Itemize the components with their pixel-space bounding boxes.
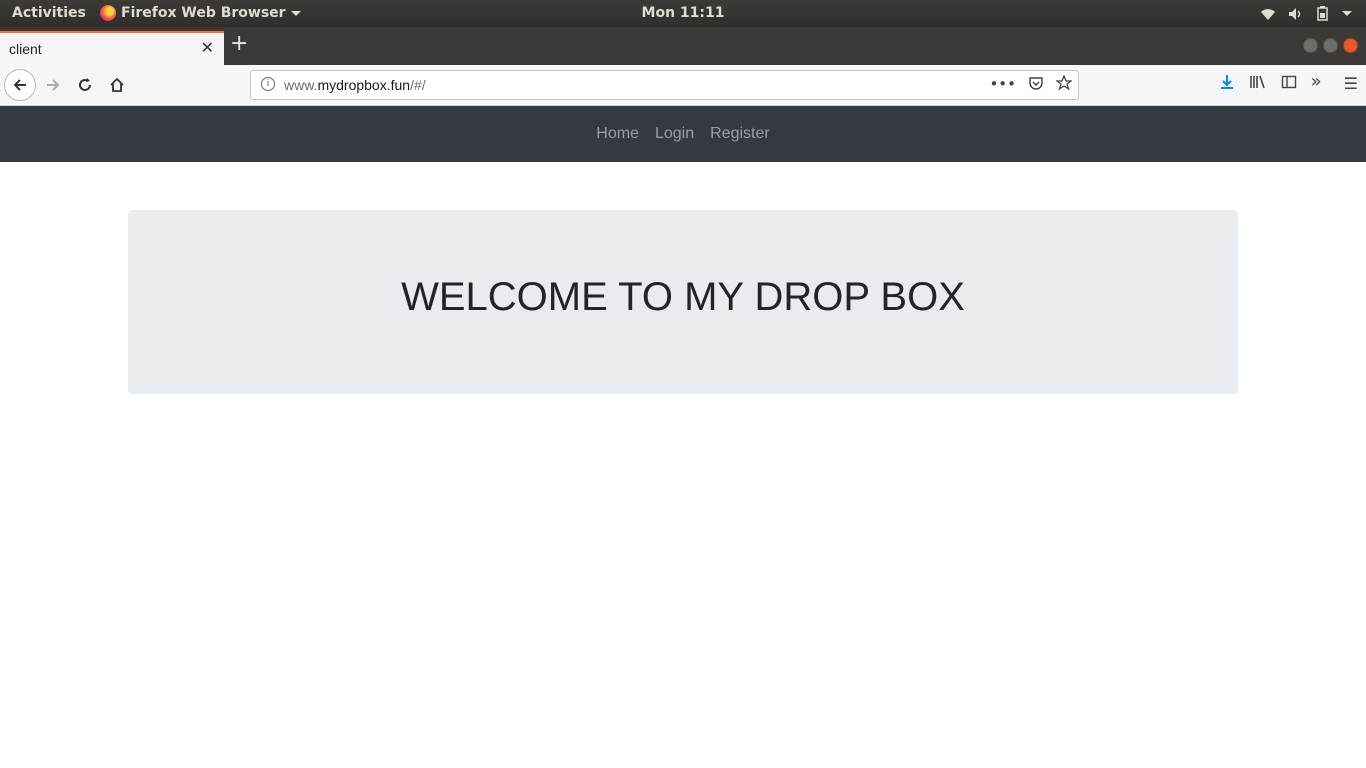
site-info-icon[interactable]: i: [261, 77, 275, 91]
tab-title: client: [9, 41, 42, 57]
url-bar[interactable]: i www.mydropbox.fun/#/ •••: [250, 70, 1079, 100]
home-button[interactable]: [102, 70, 132, 100]
forward-button[interactable]: [38, 70, 68, 100]
page-actions-icon[interactable]: •••: [989, 75, 1016, 93]
new-tab-button[interactable]: +: [230, 33, 248, 55]
nav-home-link[interactable]: Home: [596, 125, 639, 143]
toolbar-right-icons: » ☰: [1219, 73, 1358, 93]
maximize-button[interactable]: [1323, 38, 1338, 53]
downloads-icon[interactable]: [1219, 74, 1235, 90]
hamburger-menu-icon[interactable]: ☰: [1344, 74, 1358, 93]
nav-register-link[interactable]: Register: [710, 125, 770, 143]
wifi-icon: [1261, 8, 1275, 20]
welcome-jumbotron: WELCOME TO MY DROP BOX: [128, 210, 1238, 394]
close-window-button[interactable]: [1343, 38, 1358, 53]
system-top-bar: Activities Firefox Web Browser Mon 11:11: [0, 0, 1366, 27]
nav-login-link[interactable]: Login: [655, 125, 694, 143]
url-actions: •••: [989, 75, 1072, 93]
welcome-heading: WELCOME TO MY DROP BOX: [401, 274, 965, 319]
overflow-chevron-icon[interactable]: »: [1311, 73, 1322, 93]
tab-strip: client ✕ +: [0, 27, 1366, 65]
back-arrow-icon: [13, 79, 26, 91]
sidebar-icon[interactable]: [1281, 74, 1297, 90]
battery-icon: [1317, 6, 1328, 21]
volume-icon: [1289, 7, 1301, 20]
url-text[interactable]: www.mydropbox.fun/#/: [284, 77, 426, 93]
tab-client[interactable]: client ✕: [0, 31, 224, 65]
home-icon: [110, 77, 124, 92]
clock[interactable]: Mon 11:11: [0, 5, 1366, 21]
site-navbar: Home Login Register: [0, 106, 1366, 162]
bookmark-star-icon[interactable]: [1056, 75, 1072, 91]
reload-icon: [79, 78, 91, 91]
tab-close-icon[interactable]: ✕: [201, 38, 214, 57]
window-controls: [1303, 38, 1358, 53]
system-menu-caret-icon: [1342, 11, 1352, 16]
back-button[interactable]: [4, 69, 36, 101]
system-tray[interactable]: [1260, 6, 1352, 21]
minimize-button[interactable]: [1303, 38, 1318, 53]
reload-button[interactable]: [70, 70, 100, 100]
forward-arrow-icon: [47, 79, 60, 91]
library-icon[interactable]: [1249, 74, 1267, 90]
pocket-icon[interactable]: [1028, 75, 1044, 91]
navigation-toolbar: i www.mydropbox.fun/#/ ••• » ☰: [0, 65, 1366, 106]
